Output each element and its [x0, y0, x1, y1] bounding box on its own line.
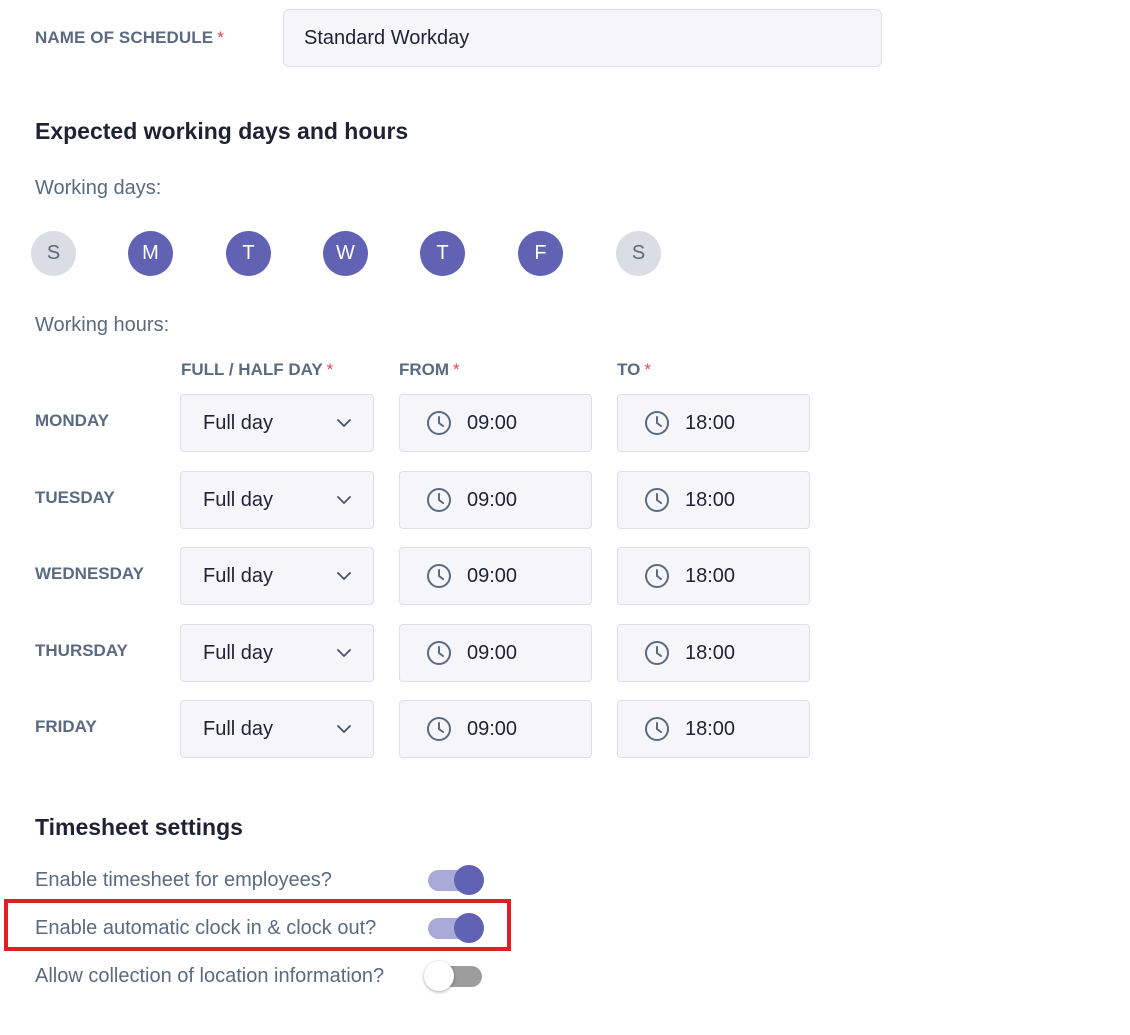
column-header-day-type-text: FULL / HALF DAY: [181, 360, 323, 379]
day-label-monday: MONDAY: [35, 411, 109, 430]
day-type-select-wednesday[interactable]: Full day: [180, 547, 374, 605]
toggle-enable-timesheet[interactable]: [428, 864, 486, 896]
from-time-value: 09:00: [467, 564, 518, 587]
schedule-name-input[interactable]: Standard Workday: [283, 9, 882, 67]
working-hours-label: Working hours:: [35, 314, 170, 336]
toggle-knob: [424, 961, 454, 991]
clock-icon: [427, 564, 451, 588]
highlight-box: [4, 899, 511, 951]
clock-icon: [645, 564, 669, 588]
from-time-input-wednesday[interactable]: 09:00: [399, 547, 592, 605]
schedule-name-label: NAME OF SCHEDULE *: [35, 28, 224, 48]
from-time-value: 09:00: [467, 717, 518, 740]
column-header-to: TO *: [617, 360, 651, 380]
day-type-value: Full day: [203, 641, 274, 664]
chevron-down-icon: [337, 648, 351, 657]
column-header-day-type: FULL / HALF DAY *: [181, 360, 333, 380]
column-header-from-text: FROM: [399, 360, 450, 379]
day-label-tuesday: TUESDAY: [35, 488, 115, 507]
to-time-value: 18:00: [685, 641, 736, 664]
from-time-input-monday[interactable]: 09:00: [399, 394, 592, 452]
to-time-value: 18:00: [685, 411, 736, 434]
toggle-knob: [454, 865, 484, 895]
day-label-thursday: THURSDAY: [35, 641, 128, 660]
from-time-input-thursday[interactable]: 09:00: [399, 624, 592, 682]
day-toggle-sunday[interactable]: S: [31, 231, 76, 276]
day-toggle-saturday[interactable]: S: [616, 231, 661, 276]
to-time-value: 18:00: [685, 717, 736, 740]
from-time-value: 09:00: [467, 488, 518, 511]
day-type-value: Full day: [203, 717, 274, 740]
chevron-down-icon: [337, 418, 351, 427]
working-section-title: Expected working days and hours: [35, 118, 409, 144]
clock-icon: [645, 641, 669, 665]
day-type-value: Full day: [203, 488, 274, 511]
working-days-label: Working days:: [35, 177, 162, 199]
day-toggle-thursday[interactable]: T: [420, 231, 465, 276]
clock-icon: [645, 717, 669, 741]
toggle-location-collection[interactable]: [424, 960, 484, 992]
from-time-input-friday[interactable]: 09:00: [399, 700, 592, 758]
clock-icon: [645, 488, 669, 512]
day-type-select-tuesday[interactable]: Full day: [180, 471, 374, 529]
day-type-select-thursday[interactable]: Full day: [180, 624, 374, 682]
clock-icon: [427, 717, 451, 741]
to-time-value: 18:00: [685, 564, 736, 587]
from-time-input-tuesday[interactable]: 09:00: [399, 471, 592, 529]
clock-icon: [427, 411, 451, 435]
to-time-input-thursday[interactable]: 18:00: [617, 624, 810, 682]
required-mark: *: [644, 360, 651, 379]
chevron-down-icon: [337, 495, 351, 504]
column-header-from: FROM *: [399, 360, 460, 380]
timesheet-section-title: Timesheet settings: [35, 814, 243, 840]
day-label-friday: FRIDAY: [35, 717, 97, 736]
from-time-value: 09:00: [467, 641, 518, 664]
schedule-name-label-text: NAME OF SCHEDULE: [35, 28, 214, 47]
day-type-select-friday[interactable]: Full day: [180, 700, 374, 758]
day-type-value: Full day: [203, 564, 274, 587]
day-toggle-wednesday[interactable]: W: [323, 231, 368, 276]
toggle-label-timesheet: Enable timesheet for employees?: [35, 869, 332, 891]
required-mark: *: [326, 360, 334, 379]
day-type-select-monday[interactable]: Full day: [180, 394, 374, 452]
day-toggle-tuesday[interactable]: T: [226, 231, 271, 276]
toggle-label-location: Allow collection of location information…: [35, 965, 385, 987]
to-time-input-friday[interactable]: 18:00: [617, 700, 810, 758]
to-time-input-wednesday[interactable]: 18:00: [617, 547, 810, 605]
chevron-down-icon: [337, 571, 351, 580]
clock-icon: [427, 641, 451, 665]
to-time-input-tuesday[interactable]: 18:00: [617, 471, 810, 529]
to-time-input-monday[interactable]: 18:00: [617, 394, 810, 452]
column-header-to-text: TO: [617, 360, 641, 379]
chevron-down-icon: [337, 724, 351, 733]
required-mark: *: [217, 28, 224, 47]
to-time-value: 18:00: [685, 488, 736, 511]
day-toggle-friday[interactable]: F: [518, 231, 563, 276]
day-label-wednesday: WEDNESDAY: [35, 564, 144, 583]
clock-icon: [645, 411, 669, 435]
clock-icon: [427, 488, 451, 512]
day-type-value: Full day: [203, 411, 274, 434]
required-mark: *: [453, 360, 460, 379]
from-time-value: 09:00: [467, 411, 518, 434]
day-toggle-monday[interactable]: M: [128, 231, 173, 276]
